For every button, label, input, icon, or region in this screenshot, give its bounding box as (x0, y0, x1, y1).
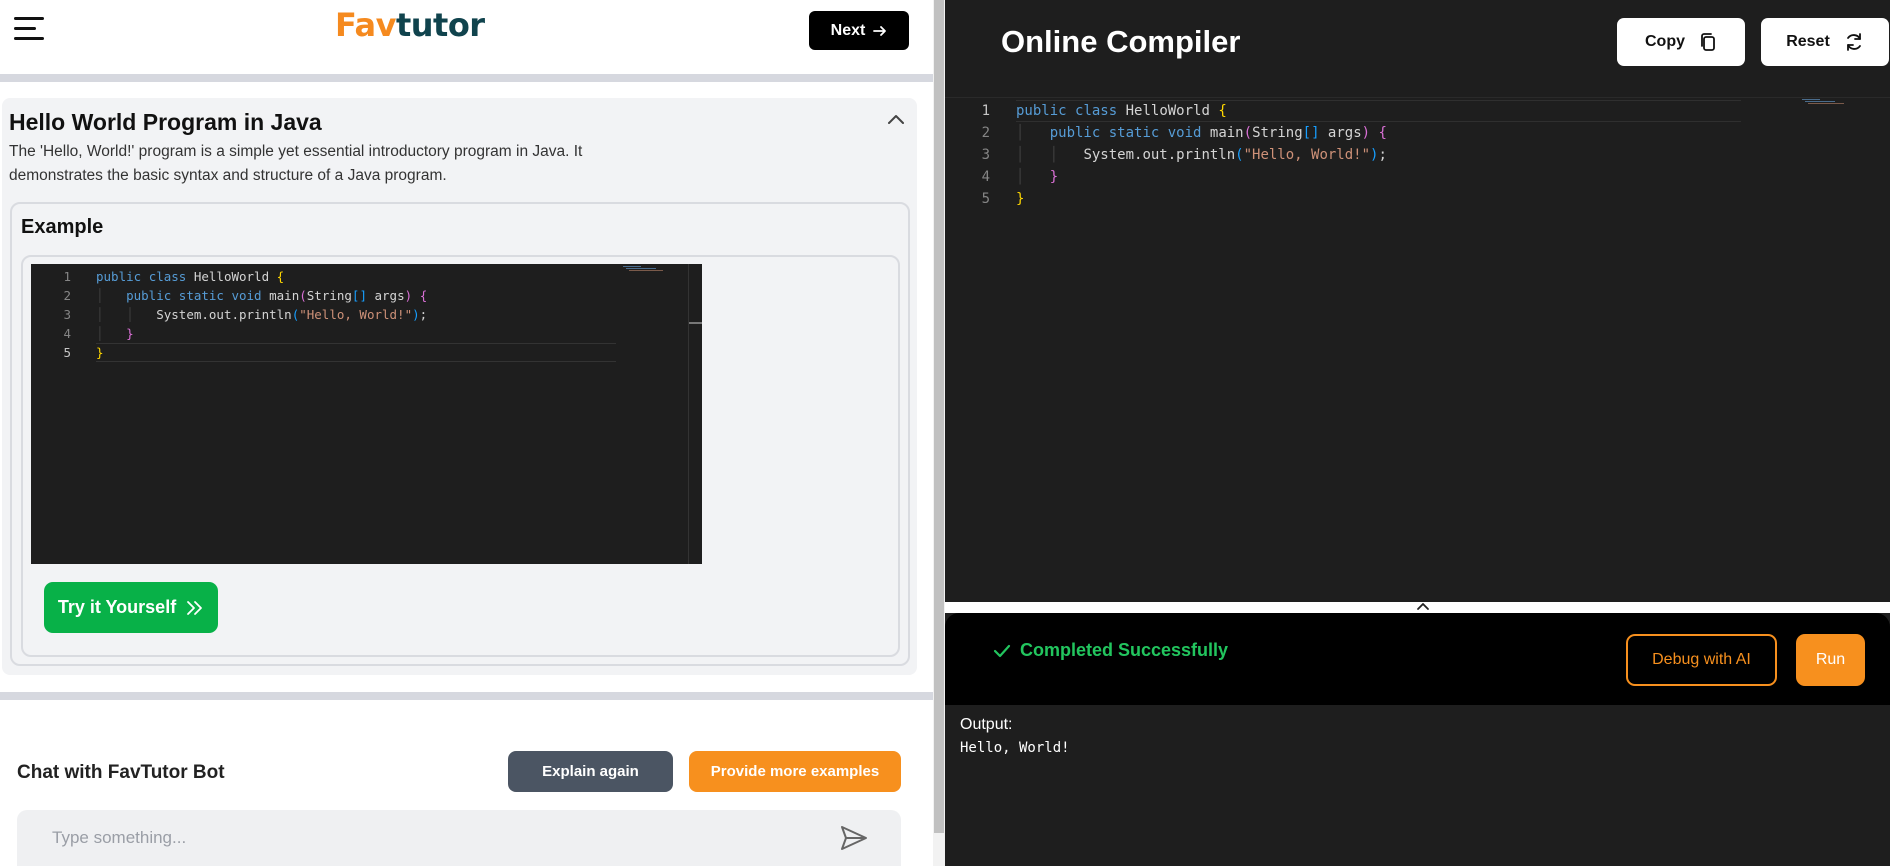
code-line: │ public static void main(String[] args)… (96, 288, 428, 303)
line-number: 4 (63, 326, 71, 341)
next-button-label: Next (830, 21, 866, 39)
code-content: public class HelloWorld { │ public static… (1016, 100, 1387, 210)
code-line: │ public static void main(String[] args)… (1016, 125, 1387, 141)
line-number: 4 (981, 169, 990, 185)
line-number-gutter: 1 2 3 4 5 (945, 100, 990, 210)
compiler-title: Online Compiler (1001, 24, 1241, 59)
reset-button-label: Reset (1786, 33, 1830, 50)
refresh-icon (1846, 33, 1861, 51)
line-number: 1 (63, 269, 71, 284)
send-icon[interactable] (839, 824, 869, 852)
run-button[interactable]: Run (1796, 634, 1865, 686)
output-label: Output: (960, 716, 1013, 733)
code-content: public class HelloWorld { │ public static… (96, 267, 427, 362)
line-number: 5 (63, 345, 71, 360)
copy-icon (1701, 33, 1715, 51)
code-line: public class HelloWorld { (96, 269, 285, 284)
minimap[interactable] (623, 266, 667, 272)
check-icon (993, 644, 1011, 657)
line-number-gutter: 1 2 3 4 5 (31, 267, 71, 362)
reset-button[interactable]: Reset (1761, 18, 1889, 66)
example-code-editor[interactable]: 1 2 3 4 5 public class HelloWorld { │ public … (31, 264, 702, 564)
chat-input-container (17, 810, 901, 866)
try-it-yourself-button[interactable]: Try it Yourself (44, 582, 218, 633)
run-status-text: Completed Successfully (1020, 640, 1229, 660)
line-number: 5 (981, 191, 990, 207)
minimap[interactable] (1802, 99, 1848, 106)
copy-button[interactable]: Copy (1617, 18, 1745, 66)
code-line: } (96, 345, 104, 360)
line-number: 1 (981, 103, 990, 119)
editor-scrollbar[interactable] (688, 264, 702, 564)
try-button-label: Try it Yourself (57, 597, 177, 617)
code-line: } (1016, 191, 1025, 207)
copy-button-label: Copy (1645, 33, 1685, 50)
run-status: Completed Successfully (993, 640, 1228, 661)
arrow-right-icon (873, 25, 887, 36)
lesson-description: The 'Hello, World!' program is a simple … (9, 143, 583, 184)
debug-with-ai-button[interactable]: Debug with AI (1626, 634, 1777, 686)
page-scrollbar-thumb[interactable] (934, 0, 944, 833)
provide-more-examples-button[interactable]: Provide more examples (689, 751, 901, 792)
code-line: │ } (1016, 169, 1059, 185)
line-number: 3 (981, 147, 990, 163)
tutorial-pane: Favtutor Next Hello World Program in Jav… (0, 0, 933, 866)
section-divider (0, 692, 933, 700)
line-number: 2 (981, 125, 990, 141)
compiler-pane: Online Compiler Copy Reset 1 2 3 4 5 public … (945, 0, 1890, 866)
chat-title: Chat with FavTutor Bot (17, 762, 225, 783)
double-chevron-right-icon (187, 600, 203, 615)
chevron-up-icon[interactable] (886, 112, 906, 126)
app-root: Favtutor Next Hello World Program in Jav… (0, 0, 1890, 866)
menu-icon[interactable] (14, 16, 44, 42)
example-heading: Example (21, 216, 104, 238)
output-text: Hello, World! (960, 740, 1070, 756)
section-divider (0, 74, 933, 82)
code-line: │ │ System.out.println("Hello, World!"); (1016, 147, 1387, 163)
line-number: 2 (63, 288, 71, 303)
compiler-header: Online Compiler Copy Reset (945, 0, 1890, 97)
favtutor-logo[interactable]: Favtutor (335, 6, 485, 44)
run-status-bar: Completed Successfully Debug with AI Run (945, 613, 1890, 705)
line-number: 3 (63, 307, 71, 322)
code-line: │ } (96, 326, 134, 341)
top-bar: Favtutor Next (0, 0, 933, 74)
code-line: public class HelloWorld { (1016, 103, 1227, 119)
next-button[interactable]: Next (809, 11, 909, 50)
chevron-up-icon[interactable] (1416, 601, 1430, 611)
compiler-code-editor[interactable]: 1 2 3 4 5 public class HelloWorld { │ public … (945, 97, 1890, 602)
chat-input[interactable] (52, 824, 812, 852)
explain-again-button[interactable]: Explain again (508, 751, 673, 792)
lesson-title: Hello World Program in Java (9, 109, 322, 135)
code-line: │ │ System.out.println("Hello, World!"); (96, 307, 428, 322)
